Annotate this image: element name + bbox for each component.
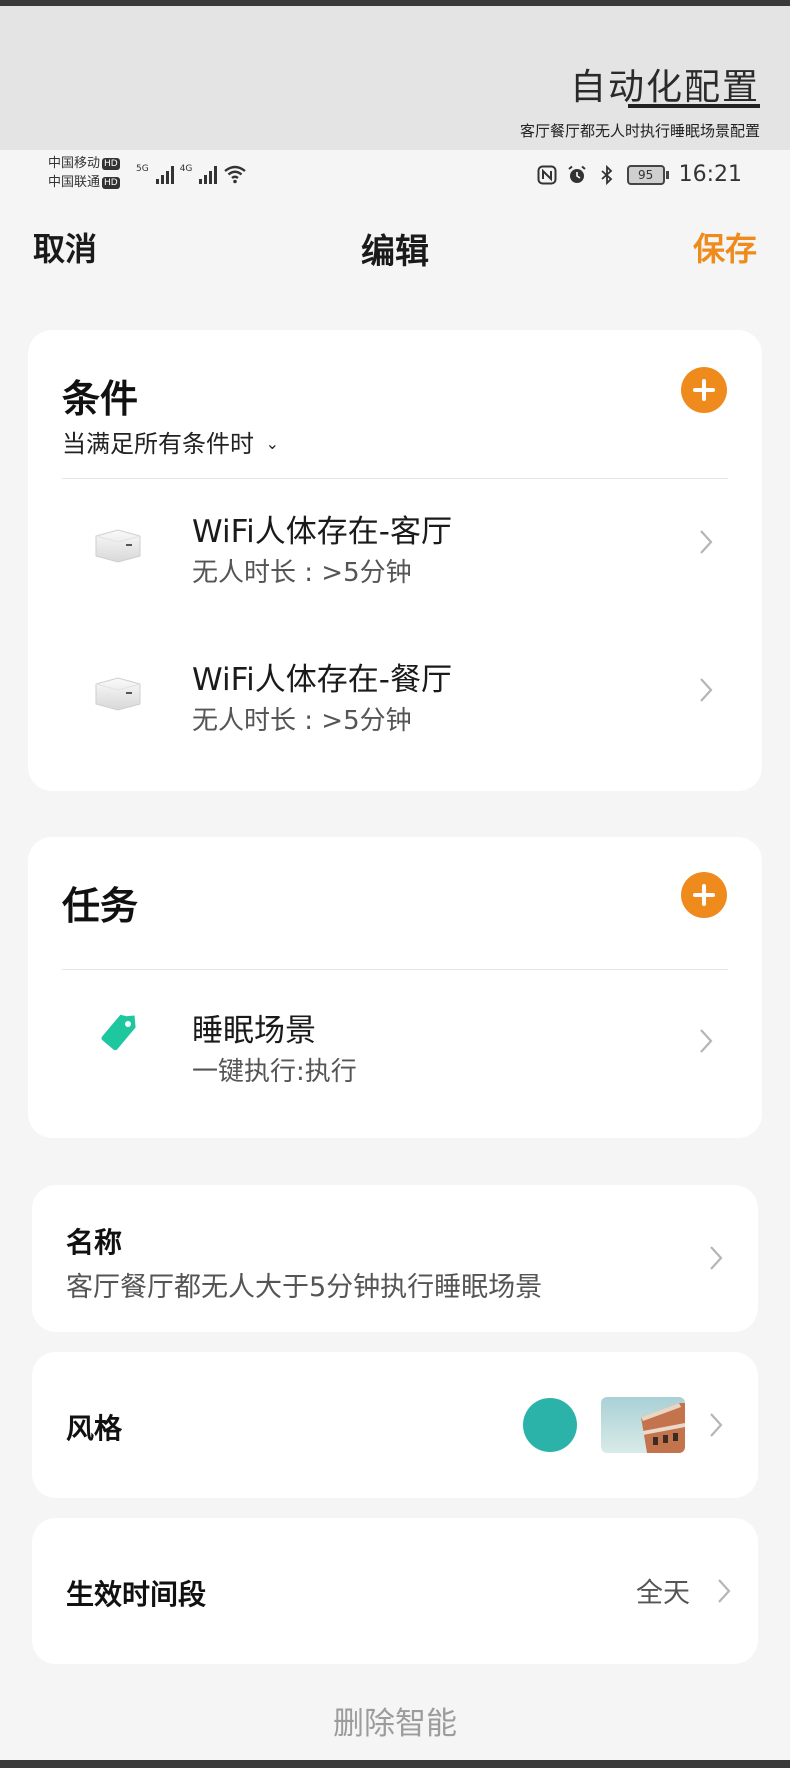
add-task-button[interactable]	[681, 872, 727, 918]
condition-row[interactable]: WiFi人体存在-餐厅 无人时长 : >5分钟	[28, 636, 762, 746]
signal-bars-icon	[155, 166, 174, 184]
signal-indicators: 5G 4G	[136, 164, 247, 184]
battery-level: 95	[626, 164, 665, 185]
name-field[interactable]: 名称 客厅餐厅都无人大于5分钟执行睡眠场景	[32, 1185, 758, 1332]
name-value: 客厅餐厅都无人大于5分钟执行睡眠场景	[66, 1272, 543, 1303]
presence-sensor-icon	[95, 677, 141, 711]
style-background-thumbnail[interactable]	[601, 1397, 685, 1453]
condition-mode-label: 当满足所有条件时	[62, 430, 254, 458]
condition-title: WiFi人体存在-客厅	[192, 514, 452, 550]
name-label: 名称	[66, 1226, 123, 1259]
page-title: 编辑	[361, 232, 429, 272]
effective-time-label: 生效时间段	[66, 1578, 207, 1611]
effective-time-field[interactable]: 生效时间段 全天	[32, 1518, 758, 1664]
carrier-1: 中国移动	[48, 156, 101, 171]
divider	[62, 478, 728, 479]
style-color-swatch[interactable]	[523, 1398, 577, 1452]
status-right: 95 16:21	[537, 162, 742, 187]
alarm-icon	[567, 165, 586, 183]
tasks-title: 任务	[62, 884, 139, 928]
conditions-title: 条件	[62, 377, 139, 421]
chevron-right-icon	[698, 676, 714, 704]
style-label: 风格	[66, 1412, 123, 1445]
hd-badge: HD	[102, 176, 120, 189]
signal-bars-icon	[199, 166, 218, 184]
add-condition-button[interactable]	[681, 367, 727, 413]
condition-row[interactable]: WiFi人体存在-客厅 无人时长 : >5分钟	[28, 488, 762, 598]
clock: 16:21	[678, 162, 742, 187]
conditions-card: 条件 当满足所有条件时 ⌄ WiFi人体存在-客厅 无人时长 : >5分钟 Wi…	[28, 330, 762, 791]
chevron-right-icon	[708, 1411, 724, 1439]
condition-subtitle: 无人时长 : >5分钟	[192, 558, 412, 588]
hd-badge: HD	[102, 157, 120, 170]
carrier-info: 中国移动 HD 中国联通 HD	[48, 154, 120, 192]
bluetooth-icon	[600, 164, 612, 185]
carrier-2: 中国联通	[48, 175, 101, 190]
signal-tag-5g: 5G	[136, 164, 149, 174]
save-button[interactable]: 保存	[693, 224, 757, 270]
header-banner: 自动化配置 客厅餐厅都无人时执行睡眠场景配置	[0, 6, 790, 150]
scene-tag-icon	[101, 1014, 136, 1051]
signal-tag-4g: 4G	[179, 164, 193, 174]
style-field[interactable]: 风格	[32, 1352, 758, 1498]
status-bar: 中国移动 HD 中国联通 HD 5G 4G 95 16:21	[0, 150, 790, 200]
condition-mode-dropdown[interactable]: 当满足所有条件时 ⌄	[62, 424, 279, 459]
task-title: 睡眠场景	[192, 1013, 316, 1049]
battery-icon: 95	[626, 164, 669, 185]
banner-title: 自动化配置	[569, 67, 760, 108]
nfc-icon	[537, 165, 557, 184]
effective-time-value: 全天	[636, 1578, 690, 1609]
chevron-down-icon: ⌄	[265, 434, 280, 453]
divider	[62, 969, 728, 970]
delete-automation-button[interactable]: 删除智能	[0, 1698, 790, 1743]
building-image	[601, 1397, 685, 1453]
chevron-right-icon	[698, 528, 714, 556]
wifi-icon	[224, 165, 247, 184]
banner-underline	[628, 104, 760, 108]
top-nav: 取消 编辑 保存	[0, 218, 790, 274]
tasks-card: 任务 睡眠场景 一键执行:执行	[28, 837, 762, 1138]
condition-subtitle: 无人时长 : >5分钟	[192, 706, 412, 736]
presence-sensor-icon	[95, 529, 141, 563]
task-row[interactable]: 睡眠场景 一键执行:执行	[28, 987, 762, 1097]
chevron-right-icon	[708, 1244, 724, 1272]
condition-title: WiFi人体存在-餐厅	[192, 662, 452, 698]
chevron-right-icon	[716, 1577, 732, 1605]
banner-subtitle: 客厅餐厅都无人时执行睡眠场景配置	[519, 122, 760, 140]
chevron-right-icon	[698, 1027, 714, 1055]
task-subtitle: 一键执行:执行	[192, 1057, 357, 1087]
bottom-edge	[0, 1760, 790, 1768]
